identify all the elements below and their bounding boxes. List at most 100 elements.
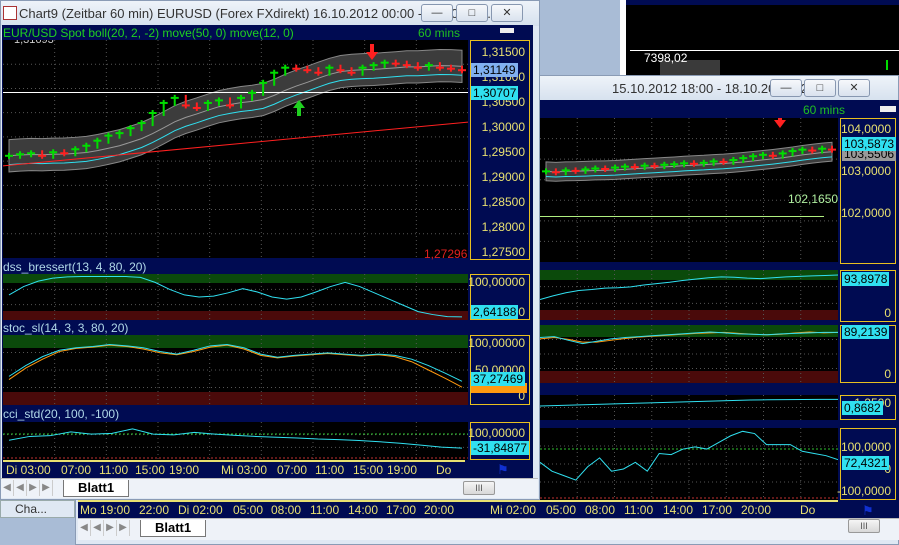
axis-label: 11:00 xyxy=(624,503,654,517)
axis-label: 100,00000 xyxy=(468,336,525,350)
price-chart-left-svg xyxy=(3,40,468,258)
axis-label: Di 02:00 xyxy=(178,503,223,517)
axis-label: 1,30000 xyxy=(481,120,525,134)
flag-icon[interactable]: ⚑ xyxy=(862,503,874,519)
minimize-button[interactable]: — xyxy=(421,4,453,22)
axis-label: Do xyxy=(800,503,816,517)
stoc-header: stoc_sl(14, 3, 3, 80, 20) xyxy=(3,321,129,335)
prev-sheet-button[interactable]: ◀ xyxy=(14,480,27,496)
axis-label: 100,0000 xyxy=(840,440,891,454)
dss-value-tag: 2,64188 xyxy=(471,305,519,319)
axis-label: 08:00 xyxy=(271,503,302,517)
indicator-header: EUR/USD Spot boll(20, 2, -2) move(50, 0)… xyxy=(3,26,294,40)
cci-chart-right xyxy=(540,428,838,500)
axis-label: 0 xyxy=(884,367,891,381)
axis-label: 14:00 xyxy=(348,503,379,517)
axis-label: 07:00 xyxy=(277,463,308,477)
maximize-button[interactable]: □ xyxy=(804,79,836,97)
axis-label: 1,28500 xyxy=(481,195,525,209)
first-sheet-button[interactable]: ◀ xyxy=(78,520,91,536)
axis-label: 1,27500 xyxy=(481,245,525,259)
last-sheet-button[interactable]: ▶ xyxy=(40,480,53,496)
sell-arrow-icon xyxy=(774,120,786,128)
support-label: 102,1650 xyxy=(788,192,839,206)
sheet-tab-bar-right: ◀ ◀ ▶ ▶ Blatt1 III xyxy=(78,518,899,540)
axis-label: 20:00 xyxy=(424,503,455,517)
price-chart-right-svg xyxy=(540,118,838,262)
next-sheet-button[interactable]: ▶ xyxy=(27,480,40,496)
taskbar-item-chart[interactable]: Cha... xyxy=(0,500,75,518)
stoc-signal-line xyxy=(8,344,463,388)
dss-chart-left xyxy=(3,274,468,320)
stoc-value-tag: 89,2139 xyxy=(842,325,890,339)
axis-label: Mo 19:00 xyxy=(80,503,131,517)
oversold-zone xyxy=(3,311,468,320)
axis-label: 100,00000 xyxy=(468,426,525,440)
axis-label: 05:00 xyxy=(233,503,264,517)
sheet-tab-blatt1[interactable]: Blatt1 xyxy=(63,480,130,497)
hline-price-tag: 1,30707 xyxy=(471,86,519,100)
sell-arrow-icon xyxy=(778,118,782,120)
axis-label: 22:00 xyxy=(139,503,170,517)
axis-label: 1,28000 xyxy=(481,220,525,234)
time-axis-right: Mo 19:00 22:00 Di 02:00 05:00 08:00 11:0… xyxy=(78,500,838,518)
axis-label: 1,29500 xyxy=(481,145,525,159)
maximize-button[interactable]: □ xyxy=(456,4,488,22)
cci-value-tag: 72,4321 xyxy=(842,456,890,470)
axis-label: Mi 03:00 xyxy=(221,463,268,477)
last-price-tag: 103,5873 xyxy=(842,137,897,151)
sheet-tab-blatt1[interactable]: Blatt1 xyxy=(140,520,207,537)
next-sheet-button[interactable]: ▶ xyxy=(104,520,117,536)
axis-label: 05:00 xyxy=(546,503,577,517)
interval-label: 60 mins xyxy=(418,26,461,40)
axis-label: 1,31500 xyxy=(481,45,525,59)
indicator3-line xyxy=(540,398,838,407)
axis-label: 15:00 xyxy=(135,463,166,477)
minimize-button[interactable]: — xyxy=(770,79,802,97)
indicator3-chart-right xyxy=(540,395,838,420)
cci-header: cci_std(20, 100, -100) xyxy=(3,407,120,421)
interval-label: 60 mins xyxy=(803,103,846,117)
axis-label: -100,0000 xyxy=(836,484,891,498)
dss-value-tag: 93,8978 xyxy=(842,272,890,286)
axis-label: 19:00 xyxy=(387,463,418,477)
sell-arrow-icon xyxy=(370,44,374,52)
axis-label: 17:00 xyxy=(702,503,733,517)
first-sheet-button[interactable]: ◀ xyxy=(1,480,14,496)
axis-label: 102,0000 xyxy=(840,206,891,220)
chart-app-icon xyxy=(3,6,17,20)
flag-icon[interactable]: ⚑ xyxy=(497,462,509,478)
axis-label: Di 03:00 xyxy=(6,463,51,477)
last-sheet-button[interactable]: ▶ xyxy=(117,520,130,536)
horizontal-scrollbar-thumb[interactable]: III xyxy=(463,481,495,495)
oversold-zone xyxy=(3,392,468,405)
close-button[interactable]: ✕ xyxy=(838,79,870,97)
axis-label: 1,29000 xyxy=(481,170,525,184)
axis-label: 0 xyxy=(518,305,525,319)
axis-label: 15:00 xyxy=(353,463,384,477)
price-label: 7398,02 xyxy=(644,51,688,65)
axis-label: 14:00 xyxy=(663,503,694,517)
cci-value-tag: -31,84877 xyxy=(471,441,530,455)
stoc-line xyxy=(8,344,463,382)
axis-label: 19:00 xyxy=(169,463,200,477)
axis-label: Do xyxy=(436,463,452,477)
time-axis-left: Di 03:00 07:00 11:00 15:00 19:00 Mi 03:0… xyxy=(3,460,465,478)
close-button[interactable]: ✕ xyxy=(491,4,523,22)
axis-label: Mi 02:00 xyxy=(490,503,537,517)
prev-sheet-button[interactable]: ◀ xyxy=(91,520,104,536)
horizontal-scrollbar-thumb[interactable]: III xyxy=(848,519,880,533)
axis-label: 20:00 xyxy=(741,503,772,517)
dss-header: dss_bressert(13, 4, 80, 20) xyxy=(3,260,147,274)
axis-label: 11:00 xyxy=(99,463,129,477)
cci-chart-left xyxy=(3,422,468,460)
axis-label: 11:00 xyxy=(315,463,345,477)
axis-label: 17:00 xyxy=(386,503,417,517)
axis-label: 11:00 xyxy=(310,503,340,517)
min-price-label: 1,27296 xyxy=(424,247,468,261)
background-chart-window: 7398,02 xyxy=(620,0,899,80)
stoc-chart-right xyxy=(540,325,838,383)
overbought-zone xyxy=(540,325,838,337)
dss-chart-right xyxy=(540,270,838,320)
sheet-tab-bar-left: ◀ ◀ ▶ ▶ Blatt1 III xyxy=(1,478,538,498)
